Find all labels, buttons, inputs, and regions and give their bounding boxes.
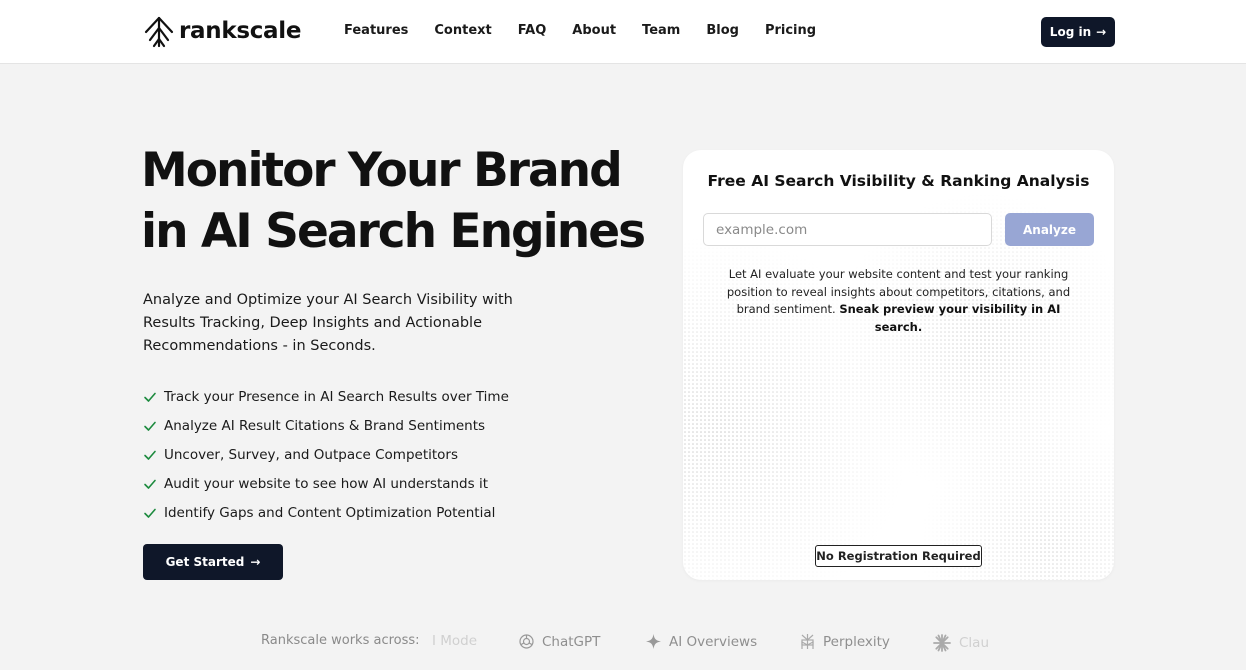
hero-title-line-2: in AI Search Engines xyxy=(141,204,646,259)
login-label: Log in xyxy=(1049,25,1092,39)
feature-item: Track your Presence in AI Search Results… xyxy=(143,382,509,411)
works-across-strip: Rankscale works across: I Mode ChatGPT A… xyxy=(0,631,1246,653)
engine-perplexity: Perplexity xyxy=(799,633,890,650)
main-nav: Features Context FAQ About Team Blog Pri… xyxy=(344,21,842,41)
chatgpt-icon xyxy=(519,634,534,649)
analyze-button[interactable]: Analyze xyxy=(1005,213,1094,246)
card-description-bold: Sneak preview your visibility in AI sear… xyxy=(839,302,1061,334)
engine-claude: Clau xyxy=(932,633,989,653)
engine-name: I Mode xyxy=(432,633,478,649)
nav-team[interactable]: Team xyxy=(642,21,680,41)
no-registration-badge: No Registration Required xyxy=(815,545,982,567)
engine-name: AI Overviews xyxy=(669,633,758,650)
nav-features[interactable]: Features xyxy=(344,21,408,41)
feature-list: Track your Presence in AI Search Results… xyxy=(143,382,509,527)
engine-name: Perplexity xyxy=(823,633,890,650)
feature-text: Uncover, Survey, and Outpace Competitors xyxy=(164,446,459,463)
feature-item: Identify Gaps and Content Optimization P… xyxy=(143,498,509,527)
login-button[interactable]: Log in → xyxy=(1041,17,1115,47)
nav-pricing[interactable]: Pricing xyxy=(765,21,816,41)
feature-item: Analyze AI Result Citations & Brand Sent… xyxy=(143,411,509,440)
hero-title: Monitor Your Brand in AI Search Engines xyxy=(141,140,661,262)
hero-subtitle: Analyze and Optimize your AI Search Visi… xyxy=(143,292,513,354)
hero-title-line-1: Monitor Your Brand xyxy=(141,143,623,198)
get-started-button[interactable]: Get Started → xyxy=(143,544,283,580)
feature-text: Analyze AI Result Citations & Brand Sent… xyxy=(164,417,486,434)
feature-text: Track your Presence in AI Search Results… xyxy=(164,388,509,405)
check-icon xyxy=(144,508,156,518)
arrow-right-icon: → xyxy=(1096,25,1107,39)
nav-about[interactable]: About xyxy=(572,21,616,41)
sparkle-icon xyxy=(646,634,661,649)
feature-item: Uncover, Survey, and Outpace Competitors xyxy=(143,440,509,469)
card-title: Free AI Search Visibility & Ranking Anal… xyxy=(707,172,1090,190)
engine-name: Clau xyxy=(959,635,990,651)
engine-ai-overviews: AI Overviews xyxy=(645,633,757,650)
perplexity-icon xyxy=(801,634,814,649)
site-header: rankscale Features Context FAQ About Tea… xyxy=(0,0,1246,64)
domain-input[interactable] xyxy=(703,213,992,246)
get-started-label: Get Started xyxy=(165,555,245,569)
analysis-card: Free AI Search Visibility & Ranking Anal… xyxy=(683,150,1114,580)
check-icon xyxy=(144,450,156,460)
nav-faq[interactable]: FAQ xyxy=(518,21,547,41)
arrow-right-icon: → xyxy=(250,555,261,569)
brand-name: rankscale xyxy=(179,18,302,44)
engine-chatgpt: ChatGPT xyxy=(518,633,600,650)
feature-text: Identify Gaps and Content Optimization P… xyxy=(164,504,496,521)
feature-text: Audit your website to see how AI underst… xyxy=(164,475,488,492)
engine-name: ChatGPT xyxy=(542,633,601,650)
nav-blog[interactable]: Blog xyxy=(706,21,739,41)
check-icon xyxy=(144,479,156,489)
brand-logo[interactable]: rankscale xyxy=(143,14,301,48)
check-icon xyxy=(144,421,156,431)
check-icon xyxy=(144,392,156,402)
feature-item: Audit your website to see how AI underst… xyxy=(143,469,509,498)
card-description: Let AI evaluate your website content and… xyxy=(711,266,1086,336)
works-across-label: Rankscale works across: xyxy=(261,633,420,648)
claude-icon xyxy=(933,634,951,652)
nav-context[interactable]: Context xyxy=(434,21,491,41)
engine-ai-mode: I Mode xyxy=(432,633,477,649)
rankscale-tree-icon xyxy=(144,16,174,47)
